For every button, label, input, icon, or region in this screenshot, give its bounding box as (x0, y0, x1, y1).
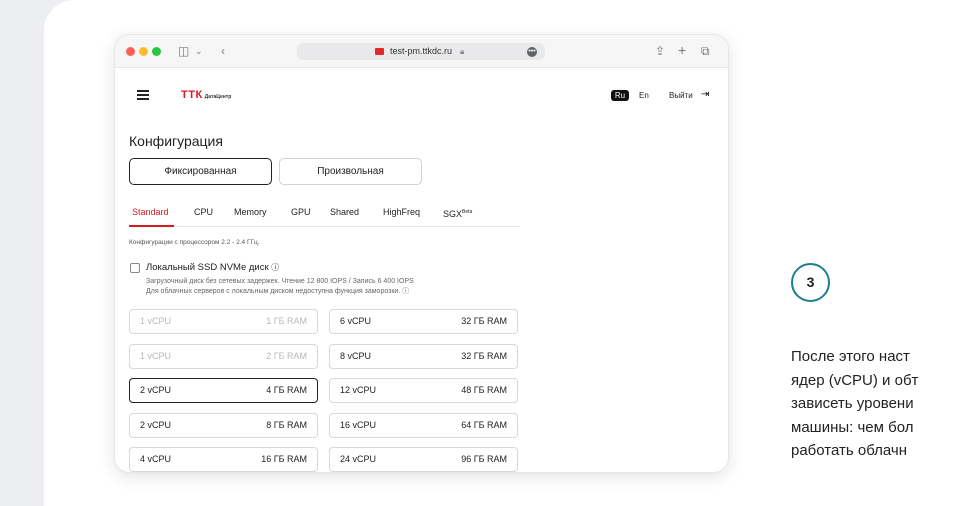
config-option[interactable]: 8 vCPU 32 ГБ RAM (329, 343, 518, 369)
tab-memory[interactable]: Memory (234, 205, 267, 219)
tab-shared[interactable]: Shared (330, 205, 359, 219)
config-option: 1 vCPU 2 ГБ RAM (129, 343, 318, 369)
cpu-note: Конфигурации с процессором 2.2 - 2.4 ГГц… (129, 239, 260, 246)
option-vcpu: 12 vCPU (340, 385, 377, 395)
option-vcpu: 4 vCPU (140, 454, 172, 464)
close-window-button[interactable] (126, 47, 135, 56)
option-ram: 96 ГБ RAM (461, 454, 507, 464)
sidebar-toggle-icon[interactable]: ◫ (178, 43, 189, 59)
config-option[interactable]: 12 vCPU 48 ГБ RAM (329, 378, 518, 403)
tab-sgx-label: SGX (443, 209, 463, 219)
help-icon[interactable]: ⓘ (271, 263, 279, 272)
option-vcpu: 1 vCPU (140, 350, 172, 361)
address-bar[interactable]: test-pm.ttkdc.ru 🔒︎ ••• (297, 43, 545, 60)
content-panel: ◫ ⌄ ‹ test-pm.ttkdc.ru 🔒︎ ••• ⇪ + ⧉ ТТК Д… (44, 0, 961, 506)
ssd-desc-line-1: Загрузочный диск без сетевых задержек. Ч… (146, 278, 414, 285)
segment-custom[interactable]: Произвольная (279, 158, 422, 185)
browser-window: ◫ ⌄ ‹ test-pm.ttkdc.ru 🔒︎ ••• ⇪ + ⧉ ТТК Д… (115, 35, 728, 472)
chevron-down-icon[interactable]: ⌄ (195, 43, 203, 59)
new-tab-icon[interactable]: + (678, 42, 686, 58)
menu-icon[interactable] (137, 90, 149, 100)
config-option[interactable]: 4 vCPU 16 ГБ RAM (129, 447, 318, 472)
more-options-icon[interactable]: ••• (527, 47, 537, 57)
option-ram: 2 ГБ RAM (266, 350, 307, 361)
page-title: Конфигурация (129, 133, 223, 149)
address-bar-url: test-pm.ttkdc.ru (390, 46, 453, 56)
lang-ru-button[interactable]: Ru (611, 90, 629, 101)
tabs-overview-icon[interactable]: ⧉ (701, 43, 710, 59)
option-vcpu: 24 vCPU (340, 454, 377, 464)
option-vcpu: 8 vCPU (340, 350, 372, 361)
logo-main: ТТК (181, 89, 203, 101)
option-ram: 4 ГБ RAM (266, 385, 307, 395)
option-ram: 16 ГБ RAM (261, 454, 307, 464)
ssd-label-text: Локальный SSD NVMe диск (146, 262, 269, 273)
ssd-checkbox[interactable] (130, 263, 140, 273)
option-vcpu: 1 vCPU (140, 316, 172, 326)
share-icon[interactable]: ⇪ (655, 43, 665, 59)
step-text-line: работать облачн (791, 442, 907, 459)
ssd-checkbox-label[interactable]: Локальный SSD NVMe диск ⓘ (146, 262, 279, 273)
step-text-line: ядер (vCPU) и обт (791, 371, 919, 389)
ssd-desc-line-2: Для облачных серверов с локальным диском… (146, 287, 414, 297)
option-ram: 64 ГБ RAM (461, 419, 507, 430)
lang-en-button[interactable]: En (639, 90, 649, 101)
option-vcpu: 2 vCPU (140, 419, 172, 430)
config-option[interactable]: 2 vCPU 4 ГБ RAM (129, 378, 318, 403)
segment-fixed[interactable]: Фиксированная (129, 158, 272, 185)
option-ram: 8 ГБ RAM (266, 419, 307, 430)
ssd-description: Загрузочный диск без сетевых задержек. Ч… (146, 277, 414, 297)
config-option[interactable]: 24 vCPU 96 ГБ RAM (329, 447, 518, 472)
maximize-window-button[interactable] (152, 47, 161, 56)
logout-button[interactable]: Выйти (669, 90, 693, 101)
logout-icon[interactable]: ⇥ (701, 88, 709, 101)
option-ram: 32 ГБ RAM (461, 350, 507, 361)
browser-toolbar: ◫ ⌄ ‹ test-pm.ttkdc.ru 🔒︎ ••• ⇪ + ⧉ (115, 35, 728, 68)
site-favicon-icon (375, 48, 384, 55)
ssd-desc-line-2-text: Для облачных серверов с локальным диском… (146, 288, 401, 295)
option-ram: 1 ГБ RAM (266, 316, 307, 326)
active-tab-underline (129, 225, 174, 227)
option-vcpu: 2 vCPU (140, 385, 172, 395)
option-ram: 48 ГБ RAM (461, 385, 507, 395)
step-number-badge: 3 (791, 263, 830, 302)
minimize-window-button[interactable] (139, 47, 148, 56)
step-text-line: зависеть уровени (791, 395, 914, 412)
step-text-line: После этого наст (791, 348, 910, 365)
lock-icon: 🔒︎ (460, 47, 465, 56)
tab-gpu[interactable]: GPU (291, 205, 311, 219)
option-vcpu: 16 vCPU (340, 419, 377, 430)
tab-sgx-beta: Beta (462, 209, 473, 215)
tab-cpu[interactable]: CPU (194, 205, 213, 219)
config-option[interactable]: 16 vCPU 64 ГБ RAM (329, 412, 518, 438)
config-option[interactable]: 6 vCPU 32 ГБ RAM (329, 309, 518, 334)
config-tabs: Standard CPU Memory GPU Shared HighFreq … (129, 205, 520, 227)
logo-sub: ДатаЦентр (204, 94, 232, 100)
config-option[interactable]: 2 vCPU 8 ГБ RAM (129, 412, 318, 438)
logo[interactable]: ТТК ДатаЦентр (181, 89, 231, 101)
tab-sgx[interactable]: SGXBeta (443, 205, 472, 221)
help-icon[interactable]: ⓘ (402, 288, 409, 295)
tab-standard[interactable]: Standard (132, 205, 169, 219)
tab-highfreq[interactable]: HighFreq (383, 205, 420, 219)
step-text: После этого наст ядер (vCPU) и обт завис… (791, 345, 961, 463)
step-text-line: машины: чем бол (791, 418, 914, 436)
config-option: 1 vCPU 1 ГБ RAM (129, 309, 318, 334)
option-vcpu: 6 vCPU (340, 316, 372, 326)
option-ram: 32 ГБ RAM (461, 316, 507, 326)
back-arrow-icon[interactable]: ‹ (221, 43, 225, 59)
